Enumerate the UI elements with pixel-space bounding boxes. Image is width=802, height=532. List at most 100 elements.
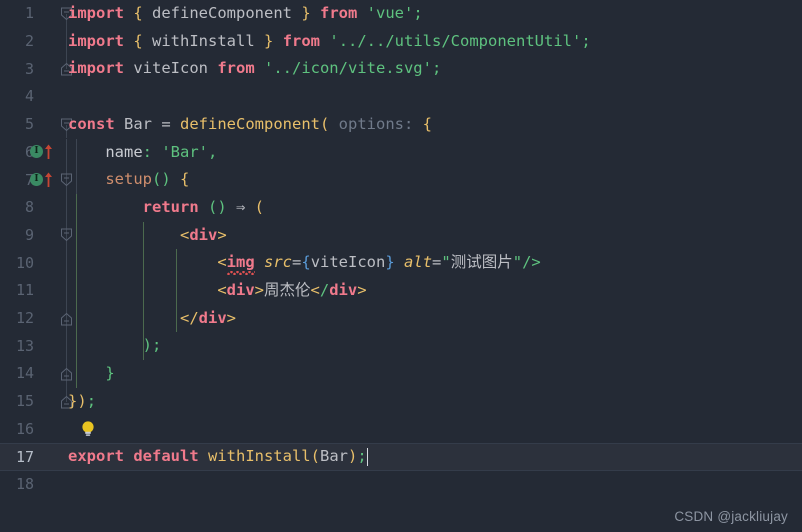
brace: { [133, 4, 143, 23]
code-line-12[interactable]: < / div > [68, 304, 802, 333]
brace: } [301, 4, 311, 23]
code-line-18[interactable] [68, 471, 802, 499]
line-number: 14 [15, 364, 34, 383]
brace: { [133, 31, 143, 50]
override-arrow-icon[interactable] [44, 144, 53, 160]
editor-line-12[interactable]: 12 < / div > [0, 304, 802, 333]
code-line-2[interactable]: import { withInstall } from '../../utils… [68, 28, 802, 56]
brace: } [264, 31, 274, 50]
gutter-7[interactable]: 7 I [0, 166, 72, 194]
line-number: 4 [24, 87, 34, 106]
jsx-tag-img-error: img [226, 253, 255, 275]
code-line-16[interactable] [68, 416, 802, 444]
editor-line-3[interactable]: 3 import viteIcon from '../icon/vite.svg… [0, 55, 802, 83]
expr-value: viteIcon [310, 253, 386, 272]
editor-line-18[interactable]: 18 [0, 471, 802, 499]
module-path: 'vue'; [366, 4, 423, 23]
line-number: 3 [24, 59, 34, 78]
intention-bulb-icon[interactable] [80, 420, 96, 438]
editor-line-6[interactable]: 6 I name: 'Bar', [0, 138, 802, 167]
implemented-member-marker[interactable]: I [30, 144, 56, 160]
closing-paren: ); [142, 336, 162, 355]
line-number: 17 [15, 447, 34, 466]
interface-marker-icon[interactable]: I [30, 173, 43, 187]
tag-bracket: > [254, 281, 264, 300]
editor-line-2[interactable]: 2 import { withInstall } from '../../uti… [0, 27, 802, 56]
tag-bracket: < [217, 281, 227, 300]
line-number: 9 [24, 225, 34, 244]
kw-import: import [68, 31, 124, 50]
editor-line-8[interactable]: 8 return () ⇒ ( [0, 193, 802, 222]
tag-bracket: > [217, 225, 227, 244]
code-editor[interactable]: 1 import { defineComponent } from 'vue';… [0, 0, 802, 532]
inlay-parameter-hint[interactable]: options: [329, 116, 422, 133]
editor-line-4[interactable]: 4 [0, 83, 802, 111]
gutter-10[interactable]: 10 [0, 249, 68, 277]
jsx-tag: div [226, 281, 255, 300]
jsx-attribute-alt: alt [404, 253, 433, 272]
gutter-14[interactable]: 14 [0, 360, 72, 388]
code-line-8[interactable]: return () ⇒ ( [68, 193, 802, 222]
kw-export: export [68, 447, 124, 466]
closing-paren: ) [77, 391, 87, 410]
gutter-1[interactable]: 1 [0, 0, 72, 28]
editor-line-15[interactable]: 15 }); [0, 387, 802, 416]
jsx-tag: div [198, 308, 227, 327]
editor-line-9[interactable]: 9 < div > [0, 221, 802, 250]
closing-brace: } [68, 391, 78, 410]
code-line-11[interactable]: < div > 周杰伦 < / div > [68, 277, 802, 305]
gutter-15[interactable]: 15 [0, 387, 72, 416]
equals: = [432, 253, 442, 272]
code-line-1[interactable]: import { defineComponent } from 'vue'; [68, 0, 802, 28]
gutter-18[interactable]: 18 [0, 471, 68, 499]
gutter-11[interactable]: 11 [0, 277, 68, 305]
argument: Bar [319, 447, 348, 466]
tag-slash: / [189, 308, 199, 327]
editor-line-10[interactable]: 10 < img src ={viteIcon} alt = " 测试图片 "/> [0, 249, 802, 277]
closing-brace: } [105, 364, 115, 383]
code-line-5[interactable]: const Bar = defineComponent( options: { [68, 111, 802, 139]
code-line-3[interactable]: import viteIcon from '../icon/vite.svg'; [68, 55, 802, 83]
brace: { [170, 170, 190, 189]
gutter-17[interactable]: 17 [0, 443, 68, 471]
editor-line-7[interactable]: 7 I setup() { [0, 166, 802, 194]
function-call: defineComponent [180, 114, 320, 133]
gutter-5[interactable]: 5 [0, 111, 72, 139]
line-number: 5 [24, 115, 34, 134]
code-line-15[interactable]: }); [68, 388, 802, 416]
code-line-4[interactable] [68, 83, 802, 111]
code-line-6[interactable]: name: 'Bar', [68, 138, 802, 167]
gutter-6[interactable]: 6 I [0, 138, 68, 167]
code-line-13[interactable]: ); [68, 332, 802, 361]
gutter-3[interactable]: 3 [0, 55, 72, 83]
code-line-14[interactable]: } [68, 360, 802, 388]
editor-line-5[interactable]: 5 const Bar = defineComponent( options: … [0, 111, 802, 139]
code-line-10[interactable]: < img src ={viteIcon} alt = " 测试图片 "/> [68, 249, 802, 277]
comma: , [208, 142, 218, 161]
override-arrow-icon[interactable] [44, 172, 53, 188]
gutter-13[interactable]: 13 [0, 332, 68, 361]
editor-line-16[interactable]: 16 [0, 416, 802, 444]
gutter-8[interactable]: 8 [0, 193, 68, 222]
code-line-7[interactable]: setup() { [68, 166, 802, 194]
code-line-17[interactable]: export default withInstall(Bar); [68, 443, 802, 471]
quote: " [512, 253, 523, 272]
editor-line-1[interactable]: 1 import { defineComponent } from 'vue'; [0, 0, 802, 28]
import-name: withInstall [142, 31, 265, 50]
editor-line-17-active[interactable]: 17 export default withInstall(Bar); [0, 443, 802, 471]
editor-line-14[interactable]: 14 } [0, 360, 802, 388]
text-caret [366, 448, 369, 467]
gutter-12[interactable]: 12 [0, 304, 72, 333]
jsx-tag: div [189, 225, 218, 244]
gutter-9[interactable]: 9 [0, 221, 72, 250]
kw-from: from [310, 4, 367, 23]
code-line-9[interactable]: < div > [68, 221, 802, 250]
editor-line-11[interactable]: 11 < div > 周杰伦 < / div > [0, 277, 802, 305]
gutter-2[interactable]: 2 [0, 27, 68, 56]
implemented-member-marker[interactable]: I [30, 172, 56, 188]
editor-line-13[interactable]: 13 ); [0, 332, 802, 361]
interface-marker-icon[interactable]: I [30, 145, 43, 159]
gutter-16[interactable]: 16 [0, 416, 68, 444]
tag-bracket: > [357, 281, 367, 300]
gutter-4[interactable]: 4 [0, 83, 68, 111]
